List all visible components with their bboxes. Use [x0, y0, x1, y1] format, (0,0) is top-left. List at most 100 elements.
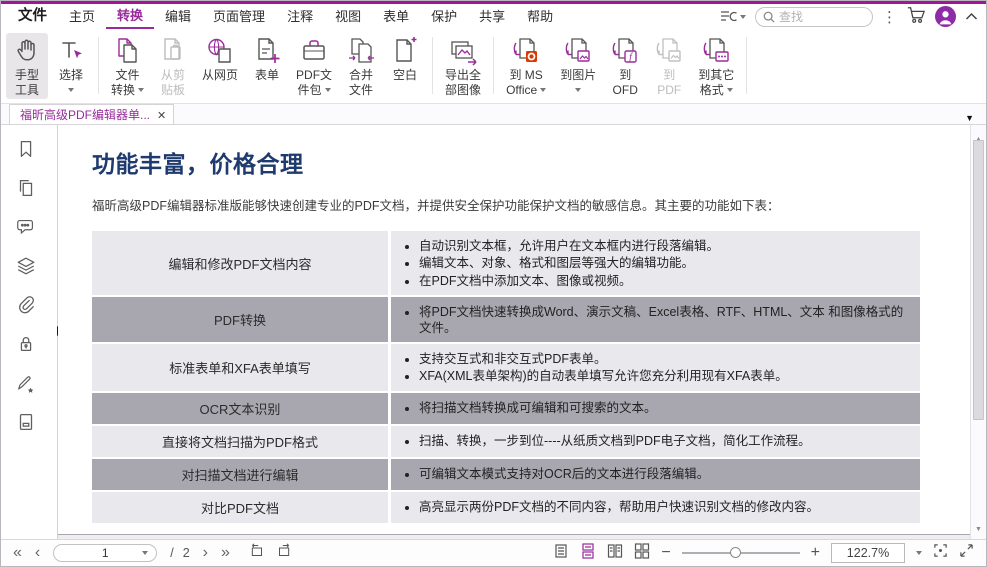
more-options-icon[interactable]: [882, 8, 897, 26]
create-form-button[interactable]: 表单: [246, 33, 288, 99]
last-page-button[interactable]: [221, 544, 230, 562]
convert-files-icon: [113, 36, 143, 66]
table-row: 编辑和修改PDF文档内容自动识别文本框，允许用户在文本框内进行段落编辑。编辑文本…: [92, 231, 920, 295]
fit-page-icon[interactable]: [933, 543, 948, 563]
single-page-view-icon[interactable]: [553, 543, 569, 564]
menu-comment[interactable]: 注释: [276, 4, 324, 29]
group-separator: [432, 37, 434, 94]
to-pdf-button: 到 PDF: [648, 33, 690, 99]
bookmark-icon[interactable]: [15, 138, 37, 160]
menu-home[interactable]: 主页: [58, 4, 106, 29]
comments-icon[interactable]: [15, 216, 37, 238]
previous-page-button[interactable]: [35, 544, 40, 562]
menu-edit[interactable]: 编辑: [154, 4, 202, 29]
blank-page-button[interactable]: 空白: [384, 33, 426, 99]
field-icon[interactable]: [15, 411, 37, 433]
blank-page-icon: [390, 36, 420, 66]
zoom-dropdown-caret[interactable]: [916, 551, 922, 555]
security-icon[interactable]: [15, 333, 37, 355]
facing-continuous-view-icon[interactable]: [634, 542, 650, 564]
zoom-slider-track: [681, 552, 800, 554]
to-other-formats-button[interactable]: 到其它 格式: [692, 33, 740, 99]
feature-details-cell: 扫描、转换，一步到位----从纸质文档到PDF电子文档，简化工作流程。: [391, 425, 920, 457]
button-label: 转换: [111, 83, 136, 97]
export-all-images-button[interactable]: 导出全 部图像: [439, 33, 487, 99]
from-webpage-button[interactable]: 从网页: [196, 33, 244, 99]
find-search-box[interactable]: [755, 6, 873, 27]
menu-view[interactable]: 视图: [324, 4, 372, 29]
zoom-slider[interactable]: [681, 547, 800, 559]
menu-protect[interactable]: 保护: [420, 4, 468, 29]
command-search-icon[interactable]: [720, 9, 746, 24]
group-separator: [98, 37, 99, 94]
user-avatar[interactable]: [935, 6, 956, 27]
menu-convert[interactable]: 转换: [106, 4, 155, 29]
previous-view-icon[interactable]: [249, 543, 264, 563]
fullscreen-icon[interactable]: [959, 543, 974, 563]
button-label: 到图片: [560, 68, 597, 82]
feature-name-cell: 标准表单和XFA表单填写: [92, 344, 388, 391]
table-row: OCR文本识别 将扫描文档转换成可编辑和可搜索的文本。: [92, 392, 920, 424]
document-tab[interactable]: 福昕高级PDF编辑器单...: [9, 104, 175, 124]
button-label: 选择: [58, 68, 83, 82]
first-page-button[interactable]: [13, 544, 22, 562]
attachments-icon[interactable]: [15, 294, 37, 316]
button-label: PDF: [657, 82, 682, 97]
menu-share[interactable]: 共享: [468, 4, 516, 29]
cart-icon[interactable]: [906, 6, 926, 27]
scroll-down-icon[interactable]: [971, 518, 986, 536]
pdf-portfolio-button[interactable]: PDF文 件包: [290, 33, 338, 99]
zoom-in-button[interactable]: [811, 544, 820, 562]
hand-tool-button[interactable]: 手型 工具: [6, 33, 48, 99]
feature-name-cell: 编辑和修改PDF文档内容: [92, 231, 388, 295]
file-convert-button[interactable]: 文件 转换: [105, 33, 150, 99]
scrollbar-thumb[interactable]: [973, 140, 984, 420]
to-image-button[interactable]: 到图片: [554, 33, 602, 99]
vertical-scrollbar[interactable]: [970, 125, 986, 539]
dropdown-caret: [142, 551, 149, 555]
dropdown-caret: [138, 87, 145, 92]
button-label: 贴板: [161, 83, 186, 97]
feature-details-cell: 将扫描文档转换成可编辑和可搜索的文本。: [391, 392, 920, 424]
collapse-ribbon-icon[interactable]: [965, 9, 978, 24]
main-area: 功能丰富，价格合理 福昕高级PDF编辑器标准版能够快速创建专业的PDF文档，并提…: [1, 125, 986, 539]
combine-files-button[interactable]: 合并 文件: [340, 33, 382, 99]
ribbon-toolbar: 手型 工具 选择 文件 转换 从剪 贴板 从网页 表单 PDF文 件包 合并 文…: [1, 29, 986, 104]
button-label: 表单: [255, 68, 280, 82]
button-label: OFD: [612, 82, 638, 97]
menu-page-manage[interactable]: 页面管理: [202, 4, 276, 29]
select-tool-button[interactable]: 选择: [50, 33, 92, 99]
layers-icon[interactable]: [15, 255, 37, 277]
dropdown-caret: [726, 87, 733, 92]
page-number-input[interactable]: 1: [53, 544, 158, 562]
to-office-icon: [511, 36, 541, 66]
form-page-icon: [252, 36, 282, 66]
find-input[interactable]: [779, 9, 857, 24]
tab-list-dropdown-icon[interactable]: [965, 108, 974, 126]
menu-help[interactable]: 帮助: [516, 4, 564, 29]
feature-detail-item: 可编辑文本模式支持对OCR后的文本进行段落编辑。: [419, 466, 709, 482]
button-label: 从网页: [202, 68, 239, 82]
signature-icon[interactable]: [15, 372, 37, 394]
button-label: 到: [619, 68, 632, 82]
feature-detail-item: 自动识别文本框，允许用户在文本框内进行段落编辑。: [419, 238, 719, 254]
button-label: Office: [506, 82, 538, 97]
to-ofd-button[interactable]: f 到 OFD: [604, 33, 646, 99]
to-ms-office-button[interactable]: 到 MS Office: [500, 33, 552, 99]
menu-form[interactable]: 表单: [372, 4, 420, 29]
zoom-level-input[interactable]: 122.7%: [831, 543, 905, 563]
group-separator: [493, 37, 495, 94]
continuous-view-icon[interactable]: [580, 542, 596, 564]
zoom-out-button[interactable]: [661, 544, 670, 562]
feature-name-cell: 对比PDF文档: [92, 491, 388, 523]
facing-view-icon[interactable]: [607, 543, 623, 564]
next-view-icon[interactable]: [277, 543, 292, 563]
feature-detail-item: 将PDF文档快速转换成Word、演示文稿、Excel表格、RTF、HTML、文本…: [419, 304, 910, 336]
from-clipboard-button: 从剪 贴板: [152, 33, 194, 99]
close-icon[interactable]: [157, 108, 166, 122]
navigation-sidebar: [1, 125, 64, 539]
next-page-button[interactable]: [203, 544, 208, 562]
menu-file[interactable]: 文件: [7, 4, 58, 29]
zoom-slider-thumb[interactable]: [729, 547, 741, 558]
pages-icon[interactable]: [15, 177, 37, 199]
